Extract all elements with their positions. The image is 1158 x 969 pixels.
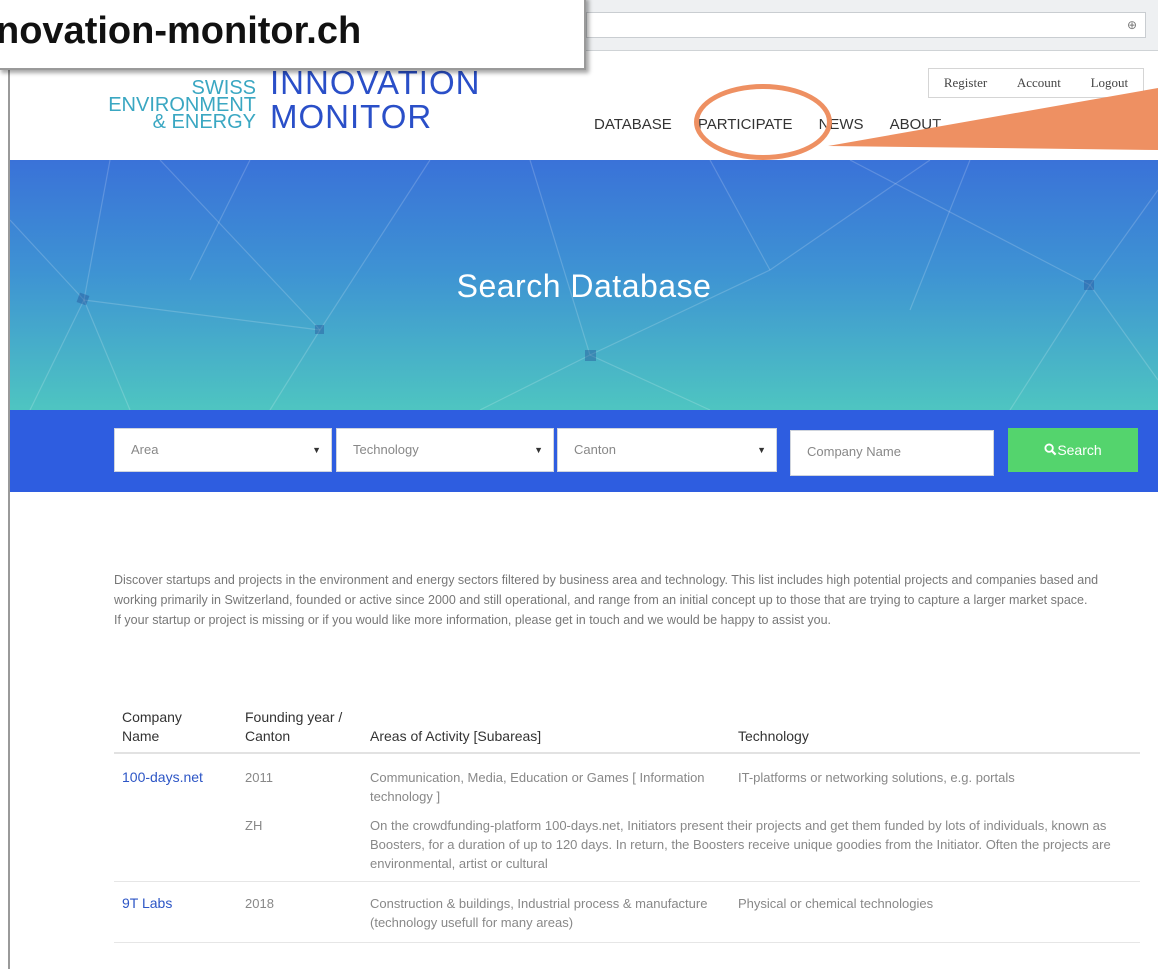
header-founding[interactable]: Founding year / Canton — [245, 708, 360, 746]
page-title: Search Database — [456, 268, 712, 304]
canton-cell: ZH — [245, 818, 263, 833]
intro-text: Discover startups and projects in the en… — [114, 570, 1144, 630]
technology-select-value: Technology — [353, 442, 419, 457]
area-select-value: Area — [131, 442, 159, 457]
founding-year: 2018 — [245, 896, 274, 911]
logo-line: & ENERGY — [152, 111, 256, 133]
logo-tagline: SWISS ENVIRONMENT & ENERGY — [108, 78, 256, 133]
magnifier-zoom-icon[interactable]: ⊕ — [1125, 18, 1139, 32]
table-header: Company Name Founding year / Canton Area… — [114, 700, 1140, 754]
intro-paragraph: If your startup or project is missing or… — [114, 613, 832, 627]
caret-down-icon: ▼ — [757, 445, 766, 455]
logo-word: INNOVATION — [270, 64, 481, 101]
header-areas[interactable]: Areas of Activity [Subareas] — [370, 727, 710, 746]
canton-select-value: Canton — [574, 442, 616, 457]
technology-cell: IT-platforms or networking solutions, e.… — [738, 770, 1015, 785]
company-name-placeholder: Company Name — [807, 444, 901, 459]
founding-year: 2011 — [245, 770, 273, 785]
results-table: Company Name Founding year / Canton Area… — [114, 700, 1140, 943]
canton-select[interactable]: Canton ▼ — [557, 428, 777, 472]
search-bar: Area ▼ Technology ▼ Canton ▼ Company Nam… — [10, 410, 1158, 492]
company-link[interactable]: 100-days.net — [122, 768, 203, 787]
table-row-detail: ZH On the crowdfunding-platform 100-days… — [114, 804, 1140, 882]
search-icon — [1044, 443, 1057, 456]
header-company[interactable]: Company Name — [122, 708, 222, 746]
logo-word: MONITOR — [270, 98, 433, 135]
highlight-circle — [694, 84, 832, 160]
callout-arrow — [828, 88, 1158, 150]
company-description: On the crowdfunding-platform 100-days.ne… — [370, 818, 1111, 871]
area-select[interactable]: Area ▼ — [114, 428, 332, 472]
areas-cell: Construction & buildings, Industrial pro… — [370, 896, 708, 930]
nav-database[interactable]: DATABASE — [594, 116, 672, 138]
technology-cell: Physical or chemical technologies — [738, 896, 934, 911]
domain-callout: novation-monitor.ch — [0, 0, 586, 70]
intro-paragraph: Discover startups and projects in the en… — [114, 573, 1099, 607]
table-row: 100-days.net 2011 Communication, Media, … — [114, 754, 1140, 804]
table-row: 9T Labs 2018 Construction & buildings, I… — [114, 882, 1140, 943]
search-button-label: Search — [1057, 442, 1102, 458]
logo-wordmark[interactable]: INNOVATION MONITOR — [270, 66, 480, 134]
caret-down-icon: ▼ — [534, 445, 543, 455]
technology-select[interactable]: Technology ▼ — [336, 428, 554, 472]
address-bar[interactable]: ⊕ — [586, 12, 1146, 38]
company-link[interactable]: 9T Labs — [122, 894, 172, 913]
search-button[interactable]: Search — [1008, 428, 1138, 472]
caret-down-icon: ▼ — [312, 445, 321, 455]
header-technology[interactable]: Technology — [738, 727, 1038, 746]
areas-cell: Communication, Media, Education or Games… — [370, 770, 705, 804]
hero-banner: Search Database — [10, 160, 1158, 410]
company-name-input[interactable]: Company Name — [790, 430, 994, 476]
